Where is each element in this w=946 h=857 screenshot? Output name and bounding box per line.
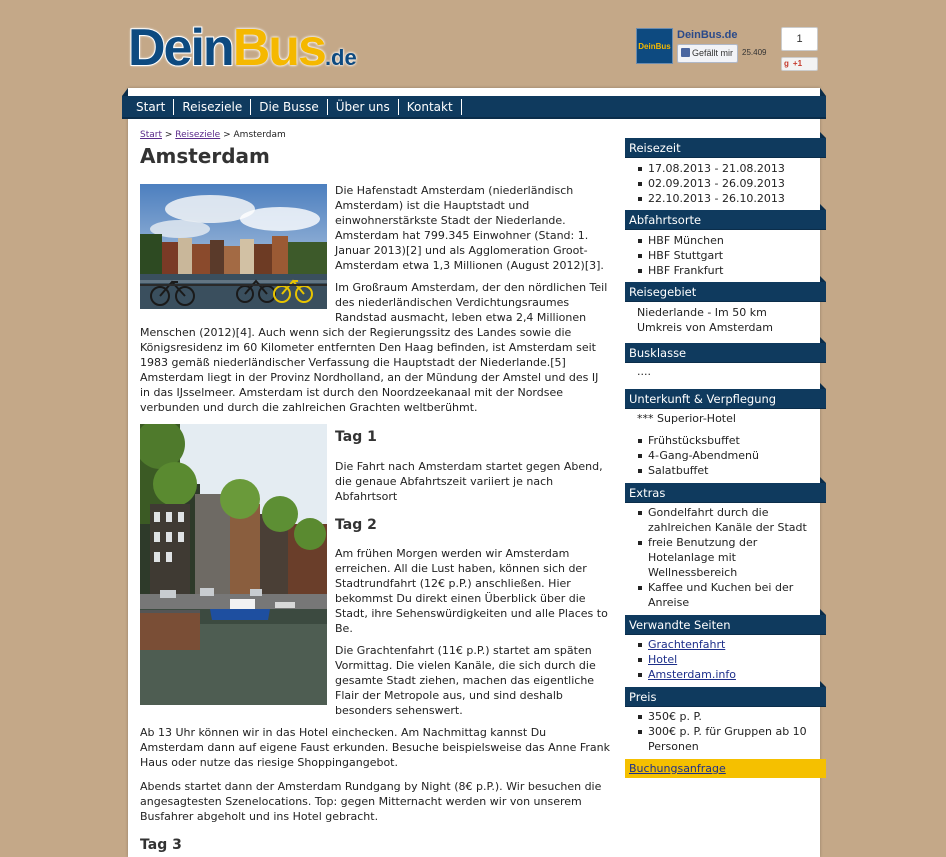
- logo-text-de: .de: [324, 45, 357, 70]
- sidebar-heading-abfahrtsorte: Abfahrtsorte: [625, 204, 826, 230]
- facebook-like-label: Gefällt mir: [692, 48, 734, 58]
- list-item: HBF Stuttgart: [637, 248, 807, 263]
- gplus-label: +1: [792, 59, 803, 68]
- day-2-paragraph-2: Die Grachtenfahrt (11€ p.P.) startet am …: [335, 644, 596, 717]
- list-item: freie Benutzung der Hotelanlage mit Well…: [637, 535, 812, 580]
- sidebar-heading-reisezeit: Reisezeit: [625, 132, 826, 158]
- day-2-paragraph-3: Ab 13 Uhr können wir in das Hotel einche…: [140, 726, 610, 769]
- list-item: Amsterdam.info: [637, 667, 807, 682]
- logo-text-dein: Dein: [127, 19, 236, 77]
- list-item: HBF München: [637, 233, 807, 248]
- abfahrtsorte-list: HBF München HBF Stuttgart HBF Frankfurt: [637, 233, 807, 278]
- breadcrumb: Start > Reiseziele > Amsterdam: [140, 130, 286, 140]
- thumbs-up-icon: [681, 48, 690, 57]
- facebook-page-thumbnail[interactable]: DeinBus: [636, 28, 673, 64]
- sidebar-heading-verwandte-seiten: Verwandte Seiten: [625, 609, 826, 635]
- extras-list: Gondelfahrt durch die zahlreichen Kanäle…: [637, 505, 812, 610]
- link-grachtenfahrt[interactable]: Grachtenfahrt: [648, 638, 725, 651]
- list-item: 300€ p. P. für Gruppen ab 10 Personen: [637, 724, 812, 754]
- day-1-heading: Tag 1: [335, 429, 377, 445]
- booking-request-link[interactable]: Buchungsanfrage: [629, 762, 726, 775]
- page-title: Amsterdam: [140, 144, 270, 168]
- day-2-paragraph-1: Am frühen Morgen werden wir Amsterdam er…: [335, 547, 608, 635]
- facebook-like-count: 25.409: [742, 48, 767, 57]
- list-item: Gondelfahrt durch die zahlreichen Kanäle…: [637, 505, 812, 535]
- list-item: HBF Frankfurt: [637, 263, 807, 278]
- facebook-like-button[interactable]: Gefällt mir: [677, 44, 738, 63]
- list-item: Hotel: [637, 652, 807, 667]
- google-plus-icon: g: [784, 59, 789, 68]
- sidebar-heading-unterkunft: Unterkunft & Verpflegung: [625, 383, 826, 409]
- list-item: Grachtenfahrt: [637, 637, 807, 652]
- amsterdam-gracht-photo: [140, 424, 327, 705]
- list-item: Kaffee und Kuchen bei der Anreise: [637, 580, 812, 610]
- list-item: 22.10.2013 - 26.10.2013: [637, 191, 807, 206]
- intro-paragraph-2a: Im Großraum Amsterdam, der den nördliche…: [335, 281, 608, 324]
- logo-text-bus: Bus: [232, 19, 327, 77]
- list-item: 350€ p. P.: [637, 709, 812, 724]
- list-item: Salatbuffet: [637, 463, 807, 478]
- preis-list: 350€ p. P. 300€ p. P. für Gruppen ab 10 …: [637, 709, 812, 754]
- day-2-paragraph-4: Abends startet dann der Amsterdam Rundga…: [140, 780, 602, 823]
- nav-item-kontakt[interactable]: Kontakt: [399, 98, 462, 115]
- deinbus-logo[interactable]: DeinBus.de: [127, 19, 357, 84]
- sidebar-heading-reisegebiet: Reisegebiet: [625, 276, 826, 302]
- day-1-text: Die Fahrt nach Amsterdam startet gegen A…: [335, 460, 603, 503]
- main-nav: Start Reiseziele Die Busse Über uns Kont…: [122, 88, 826, 119]
- breadcrumb-start[interactable]: Start: [140, 130, 162, 140]
- hotel-category: Superior-Hotel: [657, 412, 736, 425]
- list-item: 17.08.2013 - 21.08.2013: [637, 161, 807, 176]
- link-amsterdam-info[interactable]: Amsterdam.info: [648, 668, 736, 681]
- intro-paragraph-2b: Menschen (2012)[4]. Auch wenn sich der R…: [140, 326, 599, 414]
- sidebar-heading-busklasse: Busklasse: [625, 337, 826, 363]
- breadcrumb-separator: >: [223, 130, 231, 140]
- nav-item-start[interactable]: Start: [128, 98, 175, 115]
- sidebar-heading-preis: Preis: [625, 681, 826, 707]
- intro-paragraph-1: Die Hafenstadt Amsterdam (niederländisch…: [335, 184, 604, 272]
- breadcrumb-reiseziele[interactable]: Reiseziele: [175, 130, 220, 140]
- reisegebiet-text: Niederlande - Im 50 km Umkreis von Amste…: [637, 306, 773, 334]
- nav-item-ueber-uns[interactable]: Über uns: [328, 98, 399, 115]
- star-rating-icon: ***: [637, 412, 654, 425]
- day-3-heading: Tag 3: [140, 837, 182, 853]
- sidebar-heading-extras: Extras: [625, 477, 826, 503]
- hotel-rating: *** Superior-Hotel: [637, 411, 812, 426]
- gplus-button[interactable]: g +1: [781, 57, 818, 71]
- link-hotel[interactable]: Hotel: [648, 653, 677, 666]
- amsterdam-canal-photo: [140, 184, 327, 309]
- list-item: Frühstücksbuffet: [637, 433, 807, 448]
- verwandte-seiten-list: Grachtenfahrt Hotel Amsterdam.info: [637, 637, 807, 682]
- unterkunft-list: Frühstücksbuffet 4-Gang-Abendmenü Salatb…: [637, 433, 807, 478]
- breadcrumb-current: Amsterdam: [233, 130, 286, 140]
- list-item: 02.09.2013 - 26.09.2013: [637, 176, 807, 191]
- breadcrumb-separator: >: [164, 130, 173, 140]
- list-item: 4-Gang-Abendmenü: [637, 448, 807, 463]
- booking-request-bar: Buchungsanfrage: [625, 759, 826, 778]
- nav-item-reiseziele[interactable]: Reiseziele: [174, 98, 252, 115]
- facebook-page-name[interactable]: DeinBus.de: [677, 29, 738, 41]
- day-2-heading: Tag 2: [335, 517, 377, 533]
- nav-item-die-busse[interactable]: Die Busse: [251, 98, 328, 115]
- gplus-count-bubble: 1: [781, 27, 818, 51]
- busklasse-text: ....: [637, 365, 651, 378]
- reisezeit-list: 17.08.2013 - 21.08.2013 02.09.2013 - 26.…: [637, 161, 807, 206]
